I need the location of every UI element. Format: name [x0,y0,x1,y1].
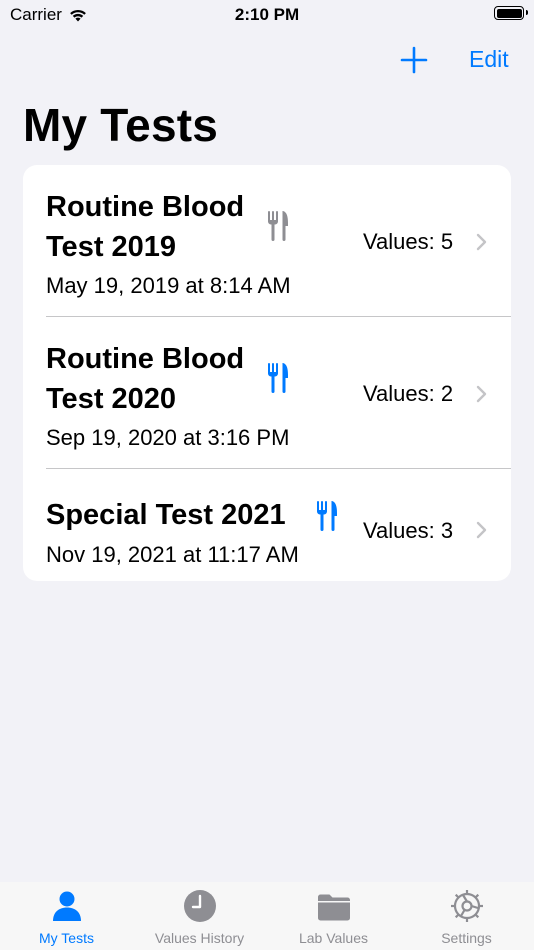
tab-settings[interactable]: Settings [400,882,533,950]
clock-icon [183,890,216,922]
fork-knife-icon [268,363,288,393]
fork-knife-icon [317,501,337,531]
list-item[interactable]: Special Test 2021 Nov 19, 2021 at 11:17 … [23,469,511,581]
navigation-bar: Edit [0,38,534,82]
status-bar: Carrier 2:10 PM [0,0,534,30]
add-test-button[interactable] [398,44,430,76]
tab-my-tests[interactable]: My Tests [0,882,133,950]
tests-list: Routine Blood Test 2019 May 19, 2019 at … [23,165,511,581]
folder-icon [317,894,350,921]
values-count: Values: 3 [363,518,454,543]
chevron-right-icon [476,521,487,539]
page-title: My Tests [23,99,219,151]
tab-label: Values History [154,930,245,946]
list-item[interactable]: Routine Blood Test 2019 May 19, 2019 at … [23,165,511,317]
person-icon [52,891,81,921]
tab-values-history[interactable]: Values History [133,882,266,950]
test-title: Routine Blood Test 2020 [46,343,245,415]
values-count: Values: 2 [363,381,454,406]
chevron-right-icon [476,233,487,251]
tab-label: Settings [441,930,492,946]
test-date: May 19, 2019 at 8:14 AM [46,273,291,298]
tab-bar: My Tests Values History Lab Values Setti… [0,882,534,950]
test-title: Routine Blood Test 2019 [46,191,245,263]
list-item[interactable]: Routine Blood Test 2020 Sep 19, 2020 at … [23,317,511,469]
clock-time: 2:10 PM [234,5,300,24]
values-count: Values: 5 [363,229,454,254]
test-title: Special Test 2021 [46,499,286,531]
chevron-right-icon [476,385,487,403]
edit-button[interactable]: Edit [469,46,509,73]
tab-label: Lab Values [298,930,368,946]
test-date: Nov 19, 2021 at 11:17 AM [46,542,299,567]
fork-knife-icon [268,211,288,241]
tab-lab-values[interactable]: Lab Values [267,882,400,950]
tab-label: My Tests [39,930,94,946]
gear-icon [450,890,483,922]
battery-icon [494,6,528,20]
test-date: Sep 19, 2020 at 3:16 PM [46,425,290,450]
